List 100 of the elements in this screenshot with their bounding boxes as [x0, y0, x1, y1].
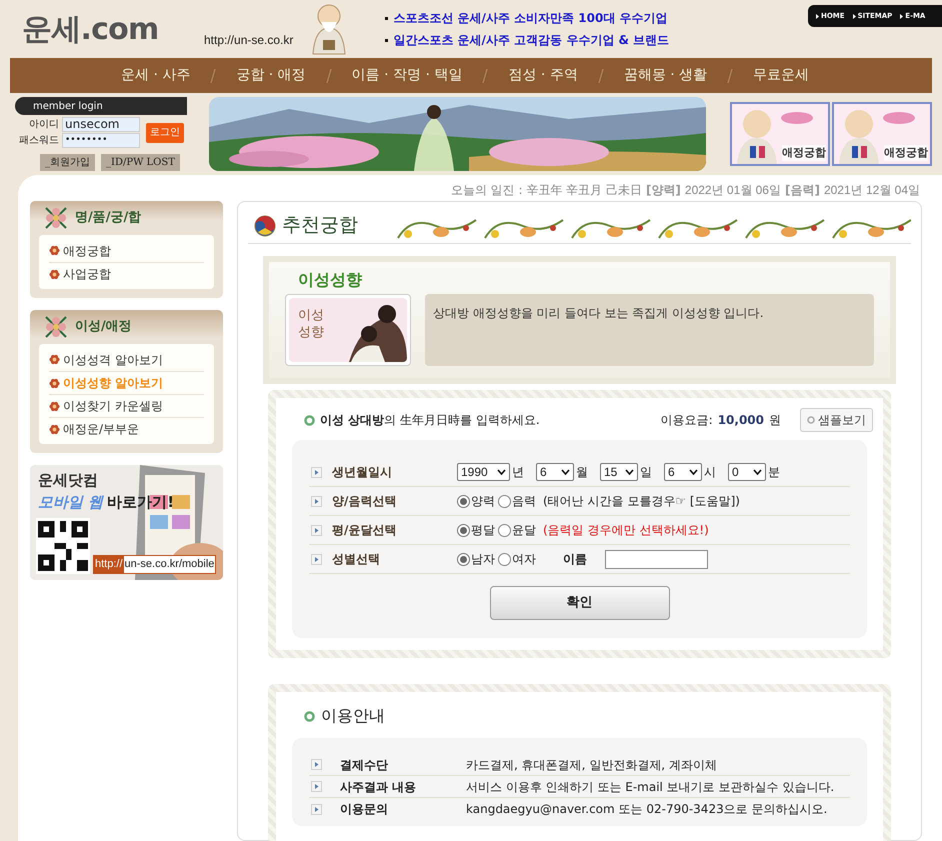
circle-icon [807, 416, 815, 424]
slash-divider-icon [727, 68, 734, 82]
solar-label: [양력] [646, 182, 681, 199]
chevron-down-icon [625, 469, 634, 475]
slash-divider-icon [210, 68, 216, 82]
nav-item[interactable]: 무료운세 [747, 65, 816, 86]
info-title: 이용안내 [321, 705, 385, 727]
sample-view-button[interactable]: 샘플보기 [800, 408, 873, 432]
nav-item[interactable]: 궁합 · 애정 [230, 65, 312, 86]
arrow-bullet-icon [311, 466, 322, 478]
site-url: http://un-se.co.kr [204, 32, 294, 49]
banner-brand: 운세닷컴 [38, 470, 98, 491]
dropdown-select[interactable]: 0 [728, 463, 766, 481]
thumbnail-caption: 이성 [298, 307, 324, 324]
dropdown-select[interactable]: 6 [664, 463, 702, 481]
headline-link[interactable]: 일간스포츠 운세/사주 고객감동 우수기업 & 브랜드 [393, 31, 670, 49]
banner-label: 애정궁합 [782, 144, 826, 161]
compatibility-banner[interactable]: 애정궁합 [730, 102, 830, 166]
dropdown-select[interactable]: 1990 [457, 463, 510, 481]
sidebar-section-title: 이성/애정 [75, 318, 132, 336]
sidebar-item[interactable]: 사업궁합 [49, 262, 204, 285]
info-value: 카드결제, 휴대폰결제, 일반전화결제, 계좌이체 [466, 756, 717, 774]
slash-divider-icon [482, 68, 488, 82]
fee-amount: 10,000 [718, 412, 764, 429]
info-value: kangdaegyu@naver.com 또는 02-790-3423으로 문의하십시오. [466, 801, 828, 818]
circle-bullet-icon [304, 710, 315, 722]
radio-button[interactable] [457, 524, 470, 536]
sidebar-item[interactable]: 이성찾기 카운셀링 [49, 394, 204, 417]
nav-item[interactable]: 이름 · 작명 · 택일 [346, 65, 468, 86]
thumbnail-caption: 성향 [298, 324, 324, 341]
mobile-web-banner[interactable]: 운세닷컴 모바일 웹 바로가기! http:// un-se.co.kr/mobile [30, 465, 223, 580]
form-instruction: 이성 상대방의 生年月日時를 입력하세요. [320, 412, 540, 429]
member-login-title: member login [15, 97, 187, 115]
nav-item[interactable]: 꿈해몽 · 생활 [618, 65, 714, 86]
nav-item[interactable]: 점성 · 주역 [502, 65, 584, 86]
id-label: 아이디 [28, 118, 59, 132]
arrow-bullet-icon [311, 804, 322, 814]
radio-button[interactable] [498, 524, 511, 536]
banner-mobile-web-text: 모바일 웹 [38, 492, 104, 513]
unit-label: 분 [768, 464, 780, 481]
confirm-button[interactable]: 확인 [490, 586, 670, 620]
radio-button[interactable] [457, 552, 470, 566]
radio-label: 평달 [471, 522, 495, 539]
dropdown-select[interactable]: 15 [600, 463, 638, 481]
radio-button[interactable] [498, 494, 511, 508]
radio-label: 음력 [512, 493, 536, 510]
slash-divider-icon [598, 68, 604, 82]
site-logo[interactable]: 운세.com [22, 6, 192, 52]
radio-label: 남자 [471, 551, 495, 568]
dot-bullet-icon [385, 16, 388, 20]
flower-bullet-icon [49, 424, 60, 434]
slash-divider-icon [326, 68, 332, 82]
info-label: 사주결과 내용 [340, 778, 418, 796]
solar-date: 2022년 01월 06일 [684, 182, 781, 199]
password-field[interactable]: •••••••• [62, 133, 140, 148]
lunar-date: 2021년 12월 04일 [824, 182, 920, 199]
sidebar-item[interactable]: 이성성격 알아보기 [49, 348, 204, 371]
flower-bullet-icon [49, 268, 60, 280]
radio-button[interactable] [457, 494, 470, 508]
dropdown-select[interactable]: 6 [536, 463, 574, 481]
arrow-bullet-icon [311, 759, 322, 770]
flower-ornament-icon [43, 205, 69, 231]
field-label: 평/윤달선택 [332, 522, 398, 539]
member-link-button[interactable]: _ID/PW LOST [101, 154, 180, 171]
headline-link[interactable]: 스포츠조선 운세/사주 소비자만족 100대 우수기업 [393, 9, 668, 27]
field-note: (음력일 경우에만 선택하세요!) [543, 522, 709, 539]
sidebar-item[interactable]: 애정운/부부운 [49, 417, 204, 440]
arrow-bullet-icon [311, 524, 322, 536]
arrow-bullet-icon [311, 554, 322, 564]
field-note: (태어난 시간을 모를경우☞ [도움말]) [543, 493, 740, 510]
sidebar-item[interactable]: 애정궁합 [49, 239, 204, 262]
dot-bullet-icon [385, 38, 388, 42]
name-input-field[interactable] [605, 550, 708, 568]
flower-bullet-icon [49, 245, 60, 256]
mobile-url-label[interactable]: http:// un-se.co.kr/mobile [93, 555, 216, 574]
unit-label: 시 [704, 464, 716, 481]
banner-label: 애정궁합 [884, 144, 928, 161]
chevron-down-icon [753, 469, 762, 475]
nav-item[interactable]: 운세 · 사주 [115, 65, 196, 86]
page-title: 추천궁합 [282, 213, 358, 238]
arrow-bullet-icon [311, 781, 322, 792]
lunar-label: [음력] [784, 182, 820, 199]
radio-label: 윤달 [512, 522, 536, 539]
unit-label: 일 [640, 464, 652, 481]
password-label: 패스워드 [18, 134, 59, 148]
chevron-down-icon [689, 469, 698, 475]
banner-go-text: 바로가기! [107, 492, 174, 513]
chevron-right-icon [900, 14, 904, 18]
id-field[interactable]: unsecom [62, 117, 140, 132]
flower-bullet-icon [49, 378, 60, 388]
info-label: 이용문의 [340, 801, 389, 818]
radio-button[interactable] [498, 552, 511, 566]
unit-label: 월 [576, 464, 588, 481]
member-link-button[interactable]: _회원가입 [40, 154, 95, 171]
compatibility-banner[interactable]: 애정궁합 [832, 102, 932, 166]
field-label: 양/음력선택 [332, 493, 398, 510]
circle-bullet-icon [304, 414, 315, 426]
fee-unit: 원 [769, 412, 781, 429]
field-label: 성별선택 [332, 551, 381, 568]
sidebar-section-title: 명/품/궁/합 [75, 209, 142, 228]
